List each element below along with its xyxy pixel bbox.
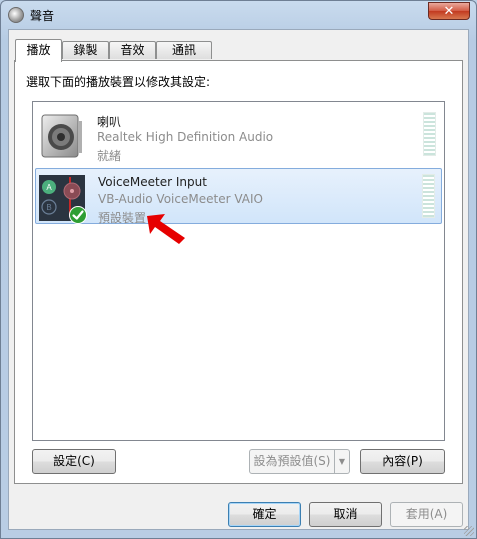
svg-text:A: A	[46, 183, 52, 192]
speaker-icon	[41, 114, 82, 158]
instruction-text: 選取下面的播放裝置以修改其設定:	[26, 75, 211, 89]
resize-grip[interactable]	[464, 526, 474, 536]
volume-meter	[423, 112, 436, 156]
annotation-arrow-icon	[147, 214, 185, 244]
device-item-speakers[interactable]: 喇叭 Realtek High Definition Audio 就緒	[35, 107, 442, 163]
device-status: 預設裝置	[98, 211, 147, 225]
apply-button[interactable]: 套用(A)	[390, 502, 463, 527]
ok-button[interactable]: 確定	[228, 502, 301, 527]
set-default-button[interactable]: 設為預設值(S)	[249, 449, 335, 474]
window-title: 聲音	[30, 9, 55, 23]
device-description: VB-Audio VoiceMeeter VAIO	[98, 192, 263, 206]
device-description: Realtek High Definition Audio	[97, 130, 274, 144]
volume-meter	[422, 174, 435, 218]
configure-button[interactable]: 設定(C)	[32, 449, 116, 474]
device-name: 喇叭	[97, 115, 122, 129]
checkmark-icon	[69, 206, 87, 224]
close-button[interactable]: ✕	[428, 2, 470, 20]
sound-app-icon	[8, 7, 24, 23]
set-default-dropdown-arrow[interactable]: ▼	[335, 449, 350, 474]
sound-dialog: 聲音 ✕ 播放 錄製 音效 通訊 選取下面的播放裝置以修改其設定: 喇叭 Rea…	[0, 0, 477, 539]
tab-playback[interactable]: 播放	[15, 39, 62, 62]
device-item-voicemeeter[interactable]: A B VoiceMeeter Input VB-Audio VoiceMeet…	[35, 168, 442, 225]
properties-button[interactable]: 內容(P)	[360, 449, 445, 474]
tab-communications[interactable]: 通訊	[156, 41, 212, 59]
svg-text:B: B	[46, 203, 51, 212]
device-status: 就緒	[97, 149, 122, 163]
cancel-button[interactable]: 取消	[309, 502, 382, 527]
tab-recording[interactable]: 錄製	[62, 41, 109, 59]
device-list[interactable]: 喇叭 Realtek High Definition Audio 就緒 A B	[32, 101, 445, 441]
tab-sounds[interactable]: 音效	[109, 41, 156, 59]
dialog-client-area: 播放 錄製 音效 通訊 選取下面的播放裝置以修改其設定: 喇叭 Realtek …	[8, 29, 469, 530]
device-name: VoiceMeeter Input	[98, 175, 207, 189]
playback-panel: 選取下面的播放裝置以修改其設定: 喇叭 Realtek High Definit…	[14, 60, 463, 484]
title-bar[interactable]: 聲音 ✕	[1, 1, 476, 29]
